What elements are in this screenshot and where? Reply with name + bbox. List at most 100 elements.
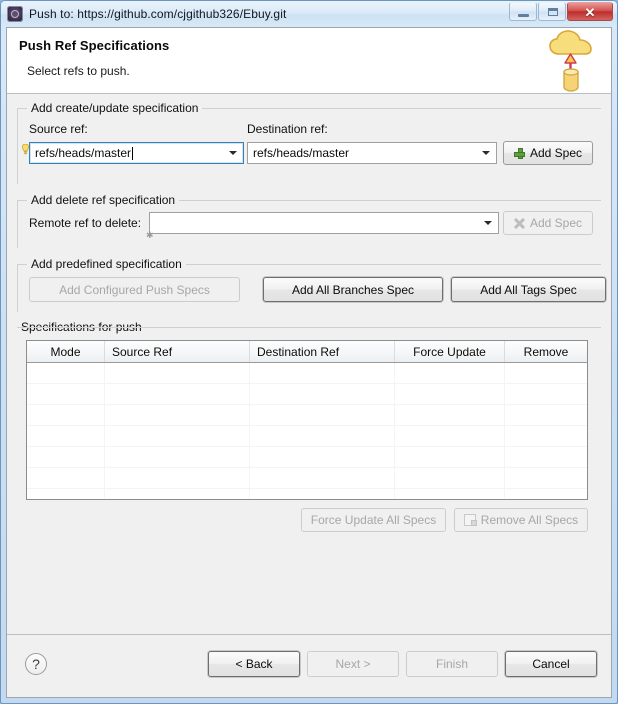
cancel-button-label: Cancel	[532, 657, 570, 671]
dialog-body: Push Ref Specifications Select refs to p…	[6, 27, 612, 698]
specs-table-header: Mode Source Ref Destination Ref Force Up…	[27, 341, 587, 363]
add-all-branches-spec-label: Add All Branches Spec	[291, 282, 415, 297]
table-cell	[395, 447, 505, 467]
table-cell	[27, 384, 105, 404]
cloud-push-icon	[549, 30, 592, 92]
help-button[interactable]: ?	[25, 653, 47, 675]
add-configured-push-specs-label: Add Configured Push Specs	[59, 282, 210, 297]
dialog-content: Add create/update specification Source r…	[7, 94, 611, 634]
remote-ref-label: Remote ref to delete:	[29, 216, 142, 230]
table-cell	[27, 405, 105, 425]
remove-all-specs-button[interactable]: Remove All Specs	[454, 508, 588, 532]
predefined-legend: Add predefined specification	[27, 257, 186, 271]
green-plus-icon	[513, 147, 525, 159]
table-cell	[505, 363, 587, 383]
required-marker-icon: ✱	[146, 230, 154, 240]
column-header-force-update[interactable]: Force Update	[395, 341, 505, 362]
create-update-group: Add create/update specification Source r…	[17, 101, 601, 184]
table-cell	[105, 363, 250, 383]
wizard-banner: Push Ref Specifications Select refs to p…	[7, 28, 611, 94]
table-cell	[27, 447, 105, 467]
minimize-button[interactable]	[509, 2, 537, 21]
table-cell	[105, 447, 250, 467]
table-cell	[250, 384, 395, 404]
table-row[interactable]	[27, 468, 587, 489]
column-header-mode[interactable]: Mode	[27, 341, 105, 362]
delete-ref-legend: Add delete ref specification	[27, 193, 180, 207]
table-cell	[250, 447, 395, 467]
table-row[interactable]	[27, 384, 587, 405]
cancel-button[interactable]: Cancel	[505, 651, 597, 677]
column-header-source-ref[interactable]: Source Ref	[105, 341, 250, 362]
table-cell	[395, 363, 505, 383]
chevron-down-icon[interactable]	[484, 221, 492, 225]
create-update-legend: Add create/update specification	[27, 101, 203, 115]
page-subtitle: Select refs to push.	[27, 64, 130, 78]
git-gear-icon	[7, 6, 23, 22]
specs-table[interactable]: Mode Source Ref Destination Ref Force Up…	[26, 340, 588, 500]
table-row[interactable]	[27, 489, 587, 499]
next-button[interactable]: Next >	[307, 651, 399, 677]
chevron-down-icon[interactable]	[229, 151, 237, 155]
force-update-all-specs-label: Force Update All Specs	[310, 513, 437, 527]
force-update-all-specs-button[interactable]: Force Update All Specs	[301, 508, 446, 532]
remote-ref-combo[interactable]: ✱	[146, 212, 499, 240]
column-header-destination-ref[interactable]: Destination Ref	[250, 341, 395, 362]
table-cell	[395, 384, 505, 404]
source-ref-label: Source ref:	[29, 122, 88, 136]
table-cell	[505, 468, 587, 488]
table-cell	[505, 384, 587, 404]
add-all-branches-spec-button[interactable]: Add All Branches Spec	[263, 277, 443, 302]
table-row[interactable]	[27, 447, 587, 468]
column-header-remove[interactable]: Remove	[505, 341, 587, 362]
table-cell	[250, 468, 395, 488]
source-ref-value: refs/heads/master	[35, 146, 132, 160]
table-cell	[27, 468, 105, 488]
table-cell	[395, 468, 505, 488]
table-cell	[395, 426, 505, 446]
table-row[interactable]	[27, 405, 587, 426]
back-button-label: < Back	[235, 657, 273, 671]
text-caret	[132, 146, 134, 160]
table-cell	[27, 489, 105, 499]
table-cell	[250, 426, 395, 446]
specs-table-body	[27, 363, 587, 499]
table-cell	[505, 426, 587, 446]
remove-all-icon	[463, 514, 477, 526]
table-row[interactable]	[27, 363, 587, 384]
window-controls: ✕	[508, 2, 613, 21]
finish-button-label: Finish	[435, 657, 468, 671]
chevron-down-icon[interactable]	[482, 151, 490, 155]
delete-ref-group: Add delete ref specification Remote ref …	[17, 193, 601, 248]
maximize-icon	[548, 8, 558, 16]
destination-ref-value: refs/heads/master	[253, 146, 350, 160]
table-cell	[250, 489, 395, 499]
table-cell	[250, 405, 395, 425]
back-button[interactable]: < Back	[208, 651, 300, 677]
table-row[interactable]	[27, 426, 587, 447]
finish-button[interactable]: Finish	[406, 651, 498, 677]
content-assist-icon	[22, 144, 29, 155]
title-bar: Push to: https://github.com/cjgithub326/…	[1, 1, 617, 27]
window-title: Push to: https://github.com/cjgithub326/…	[29, 7, 287, 21]
add-spec-delete-button[interactable]: Add Spec	[503, 211, 593, 235]
maximize-button[interactable]	[538, 2, 566, 21]
predefined-group: Add predefined specification Add Configu…	[17, 257, 606, 312]
close-button[interactable]: ✕	[567, 2, 613, 21]
add-all-tags-spec-button[interactable]: Add All Tags Spec	[451, 277, 606, 302]
specs-group: Specifications for push Mode Source Ref …	[17, 320, 601, 558]
table-cell	[105, 426, 250, 446]
dialog-window: Push to: https://github.com/cjgithub326/…	[0, 0, 618, 704]
add-spec-create-button[interactable]: Add Spec	[503, 141, 593, 165]
add-configured-push-specs-button[interactable]: Add Configured Push Specs	[29, 277, 240, 302]
source-ref-combo[interactable]: refs/heads/master	[22, 142, 244, 164]
table-cell	[505, 489, 587, 499]
table-cell	[505, 447, 587, 467]
table-cell	[505, 405, 587, 425]
table-cell	[27, 426, 105, 446]
table-cell	[105, 405, 250, 425]
minimize-icon	[518, 14, 529, 17]
destination-ref-label: Destination ref:	[247, 122, 328, 136]
destination-ref-combo[interactable]: refs/heads/master	[247, 142, 497, 164]
page-title: Push Ref Specifications	[19, 38, 170, 53]
